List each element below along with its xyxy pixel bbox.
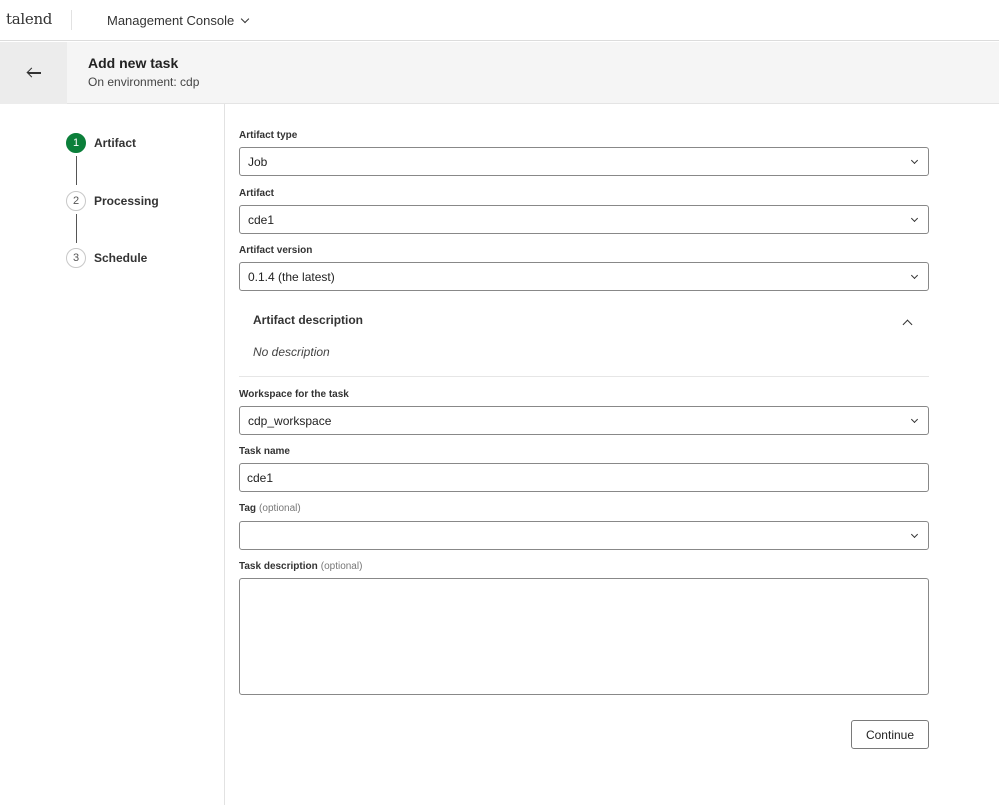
task-name-input[interactable]	[239, 463, 929, 492]
talend-logo[interactable]: talend	[6, 10, 52, 28]
page-subtitle: On environment: cdp	[88, 75, 200, 89]
workspace-label: Workspace for the task	[239, 389, 349, 400]
task-description-label-text: Task description	[239, 561, 318, 572]
artifact-version-label: Artifact version	[239, 245, 313, 256]
step-number: 2	[66, 191, 86, 211]
artifact-description-panel: Artifact description No description	[239, 300, 929, 377]
step-label: Schedule	[94, 251, 148, 265]
page-title: Add new task	[88, 55, 179, 71]
collapse-description-button[interactable]	[897, 314, 917, 330]
artifact-description-title: Artifact description	[253, 313, 364, 327]
optional-hint: (optional)	[320, 561, 363, 572]
chevron-down-icon	[910, 156, 919, 165]
chevron-down-icon	[240, 14, 250, 23]
artifact-label: Artifact	[239, 188, 275, 199]
tag-select[interactable]	[239, 521, 929, 550]
step-number: 3	[66, 248, 86, 268]
step-label: Artifact	[94, 136, 137, 150]
tag-label-text: Tag	[239, 503, 257, 514]
step-connector	[76, 214, 77, 243]
task-description-textarea[interactable]	[239, 578, 929, 695]
artifact-type-label: Artifact type	[239, 130, 298, 141]
chevron-down-icon	[910, 214, 919, 223]
logo-divider	[71, 10, 72, 30]
task-description-label: Task description (optional)	[239, 561, 362, 572]
chevron-down-icon	[910, 271, 919, 280]
artifact-version-value: 0.1.4 (the latest)	[248, 269, 335, 284]
artifact-version-select[interactable]: 0.1.4 (the latest)	[239, 262, 929, 291]
step-artifact[interactable]: 1 Artifact	[66, 133, 136, 153]
arrow-left-icon	[26, 67, 41, 78]
artifact-select[interactable]: cde1	[239, 205, 929, 234]
artifact-type-select[interactable]: Job	[239, 147, 929, 176]
step-schedule[interactable]: 3 Schedule	[66, 248, 147, 268]
workspace-value: cdp_workspace	[248, 413, 332, 428]
app-switcher-label: Management Console	[107, 12, 235, 28]
artifact-type-value: Job	[248, 154, 268, 169]
optional-hint: (optional)	[259, 503, 301, 514]
continue-button[interactable]: Continue	[851, 720, 929, 749]
app-switcher-dropdown[interactable]: Management Console	[107, 10, 250, 30]
chevron-up-icon	[902, 319, 912, 329]
task-name-label: Task name	[239, 446, 290, 457]
chevron-down-icon	[910, 530, 919, 539]
top-bar: talend Management Console	[0, 0, 999, 41]
step-number: 1	[66, 133, 86, 153]
step-processing[interactable]: 2 Processing	[66, 191, 159, 211]
step-label: Processing	[94, 194, 159, 208]
chevron-down-icon	[910, 415, 919, 424]
page-header: Add new task On environment: cdp	[0, 42, 999, 104]
step-connector	[76, 156, 77, 185]
artifact-description-text: No description	[253, 345, 330, 359]
workspace-select[interactable]: cdp_workspace	[239, 406, 929, 435]
stepper-divider	[224, 104, 225, 805]
artifact-value: cde1	[248, 212, 275, 227]
tag-label: Tag (optional)	[239, 503, 301, 514]
back-button[interactable]	[0, 42, 67, 104]
